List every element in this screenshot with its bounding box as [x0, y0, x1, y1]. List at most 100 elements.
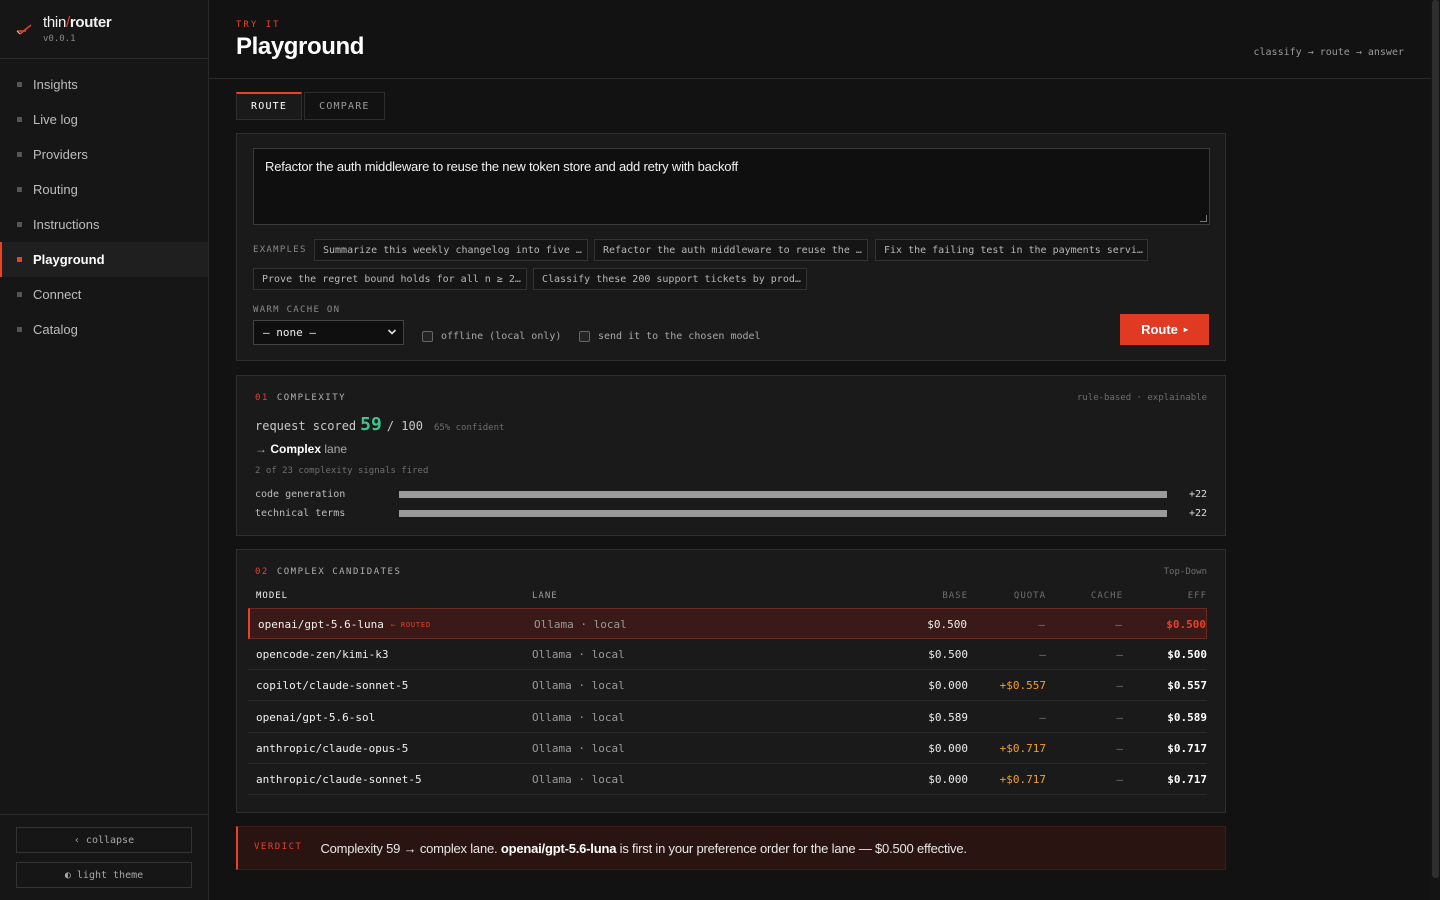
sidebar-item-label: Live log	[33, 112, 78, 127]
offline-checkbox[interactable]: offline (local only)	[422, 331, 561, 342]
tab-compare[interactable]: COMPARE	[304, 92, 385, 120]
quota-cell: —	[1039, 648, 1046, 662]
lane-cell: Ollama · local	[532, 710, 625, 724]
cache-cell: —	[1116, 648, 1123, 662]
tab-route[interactable]: ROUTE	[236, 92, 303, 120]
cache-cell: —	[1116, 741, 1123, 755]
sidebar-item-live-log[interactable]: Live log	[0, 102, 208, 137]
example-chip[interactable]: Fix the failing test in the payments ser…	[875, 239, 1148, 261]
sidebar-item-label: Routing	[33, 182, 78, 197]
score-line: request scored 59 / 100 65% confident	[255, 414, 505, 435]
lane-cell: Ollama · local	[532, 741, 625, 755]
base-cell: $0.000	[928, 741, 968, 755]
sidebar-item-instructions[interactable]: Instructions	[0, 207, 208, 242]
verdict-banner: VERDICT Complexity 59 → complex lane. op…	[236, 826, 1226, 870]
confidence: 65% confident	[433, 423, 505, 433]
sidebar-item-routing[interactable]: Routing	[0, 172, 208, 207]
sidebar-item-label: Connect	[33, 287, 82, 302]
sidebar-item-label: Playground	[33, 252, 105, 267]
scrollbar[interactable]	[1431, 0, 1440, 900]
verdict-label: VERDICT	[254, 842, 303, 852]
sidebar-item-playground[interactable]: Playground	[0, 242, 208, 277]
signal-bar	[399, 490, 1167, 498]
table-row[interactable]: opencode-zen/kimi-k3 Ollama · local $0.500…	[248, 639, 1207, 671]
router-logo-icon	[16, 22, 34, 36]
main-content: TRY IT Playground classify → route → ans…	[209, 0, 1431, 900]
base-cell: $0.500	[928, 648, 968, 662]
resize-handle[interactable]	[1200, 215, 1207, 222]
sidebar-item-label: Providers	[33, 147, 88, 162]
checkbox-icon	[579, 331, 590, 342]
quota-cell: +$0.717	[999, 773, 1046, 786]
column-header: CACHE	[1090, 591, 1123, 601]
section-note: rule-based · explainable	[1076, 393, 1207, 403]
eff-cell: $0.500	[1167, 648, 1207, 662]
model-cell: openai/gpt-5.6-luna ← ROUTED	[258, 618, 431, 631]
lane-cell: Ollama · local	[532, 648, 625, 662]
warm-cache-label: WARM CACHE ON	[253, 305, 341, 315]
cache-cell: —	[1116, 710, 1123, 724]
example-chip[interactable]: Summarize this weekly changelog into fiv…	[314, 239, 588, 261]
table-row[interactable]: copilot/claude-sonnet-5 Ollama · local $0.…	[248, 670, 1207, 702]
eff-cell: $0.717	[1167, 773, 1207, 786]
table-row[interactable]: openai/gpt-5.6-sol Ollama · local $0.589 — —…	[248, 702, 1207, 733]
eff-cell: $0.557	[1167, 679, 1207, 693]
table-row[interactable]: openai/gpt-5.6-luna ← ROUTED Ollama · loca…	[248, 608, 1207, 639]
sidebar-item-catalog[interactable]: Catalog	[0, 312, 208, 347]
collapse-button[interactable]: ‹ collapse	[16, 827, 192, 853]
column-header: LANE	[532, 591, 558, 601]
brand-name: thin/router	[43, 13, 112, 31]
tab-bar: ROUTE COMPARE	[236, 92, 387, 120]
column-header: BASE	[942, 591, 968, 601]
signals-summary: 2 of 23 complexity signals fired	[255, 466, 429, 476]
prompt-text: Refactor the auth middleware to reuse th…	[265, 159, 738, 174]
bullet-icon	[17, 222, 22, 227]
route-button[interactable]: Route ▸	[1120, 314, 1209, 345]
column-header: EFF	[1187, 591, 1207, 601]
sidebar-item-label: Insights	[33, 77, 78, 92]
prompt-panel: Refactor the auth middleware to reuse th…	[236, 133, 1226, 361]
sidebar-item-connect[interactable]: Connect	[0, 277, 208, 312]
sidebar: thin/router v0.0.1 Insights Live log Pro…	[0, 0, 209, 900]
prompt-textarea[interactable]: Refactor the auth middleware to reuse th…	[253, 148, 1210, 225]
bullet-icon	[17, 152, 22, 157]
base-cell: $0.589	[928, 710, 968, 724]
section-heading: 02 COMPLEX CANDIDATES	[255, 567, 402, 577]
page-eyebrow: TRY IT	[236, 20, 281, 30]
cache-cell: —	[1115, 618, 1122, 631]
warm-cache-select[interactable]: — none —	[253, 320, 404, 345]
lane-cell: Ollama · local	[532, 679, 625, 693]
checkbox-label: offline (local only)	[441, 331, 562, 342]
sidebar-item-label: Instructions	[33, 217, 100, 232]
eff-cell: $0.717	[1167, 741, 1207, 755]
lane-result: → Complex lane	[255, 442, 348, 456]
quota-cell: +$0.717	[999, 741, 1046, 755]
sidebar-item-providers[interactable]: Providers	[0, 137, 208, 172]
base-cell: $0.500	[927, 618, 967, 631]
scrollbar-thumb[interactable]	[1432, 0, 1439, 878]
model-cell: anthropic/claude-sonnet-5	[256, 773, 422, 786]
example-chip[interactable]: Refactor the auth middleware to reuse th…	[594, 239, 868, 261]
sidebar-item-label: Catalog	[33, 322, 78, 337]
theme-toggle-button[interactable]: ◐ light theme	[16, 862, 192, 888]
sidebar-item-insights[interactable]: Insights	[0, 67, 208, 102]
route-button-label: Route	[1141, 322, 1178, 337]
section-heading: 01 COMPLEXITY	[255, 393, 347, 403]
model-cell: opencode-zen/kimi-k3	[256, 648, 389, 662]
brand-version: v0.0.1	[43, 33, 76, 44]
complexity-score: 59	[360, 414, 382, 435]
section-note: Top-Down	[1163, 567, 1207, 577]
quota-cell: —	[1038, 618, 1045, 631]
send-to-model-checkbox[interactable]: send it to the chosen model	[579, 331, 761, 342]
examples-label: EXAMPLES	[253, 245, 307, 255]
example-chip[interactable]: Prove the regret bound holds for all n ≥…	[253, 268, 527, 290]
table-row[interactable]: anthropic/claude-sonnet-5 Ollama · local $…	[248, 764, 1207, 795]
bullet-icon	[17, 292, 22, 297]
sidebar-footer: ‹ collapse ◐ light theme	[0, 814, 208, 900]
quota-cell: +$0.557	[999, 679, 1046, 693]
table-row[interactable]: anthropic/claude-opus-5 Ollama · local $0.…	[248, 733, 1207, 764]
checkbox-label: send it to the chosen model	[598, 331, 761, 342]
example-chip[interactable]: Classify these 200 support tickets by pr…	[533, 268, 807, 290]
brand[interactable]: thin/router v0.0.1	[0, 0, 208, 59]
select-value: — none —	[263, 326, 316, 339]
